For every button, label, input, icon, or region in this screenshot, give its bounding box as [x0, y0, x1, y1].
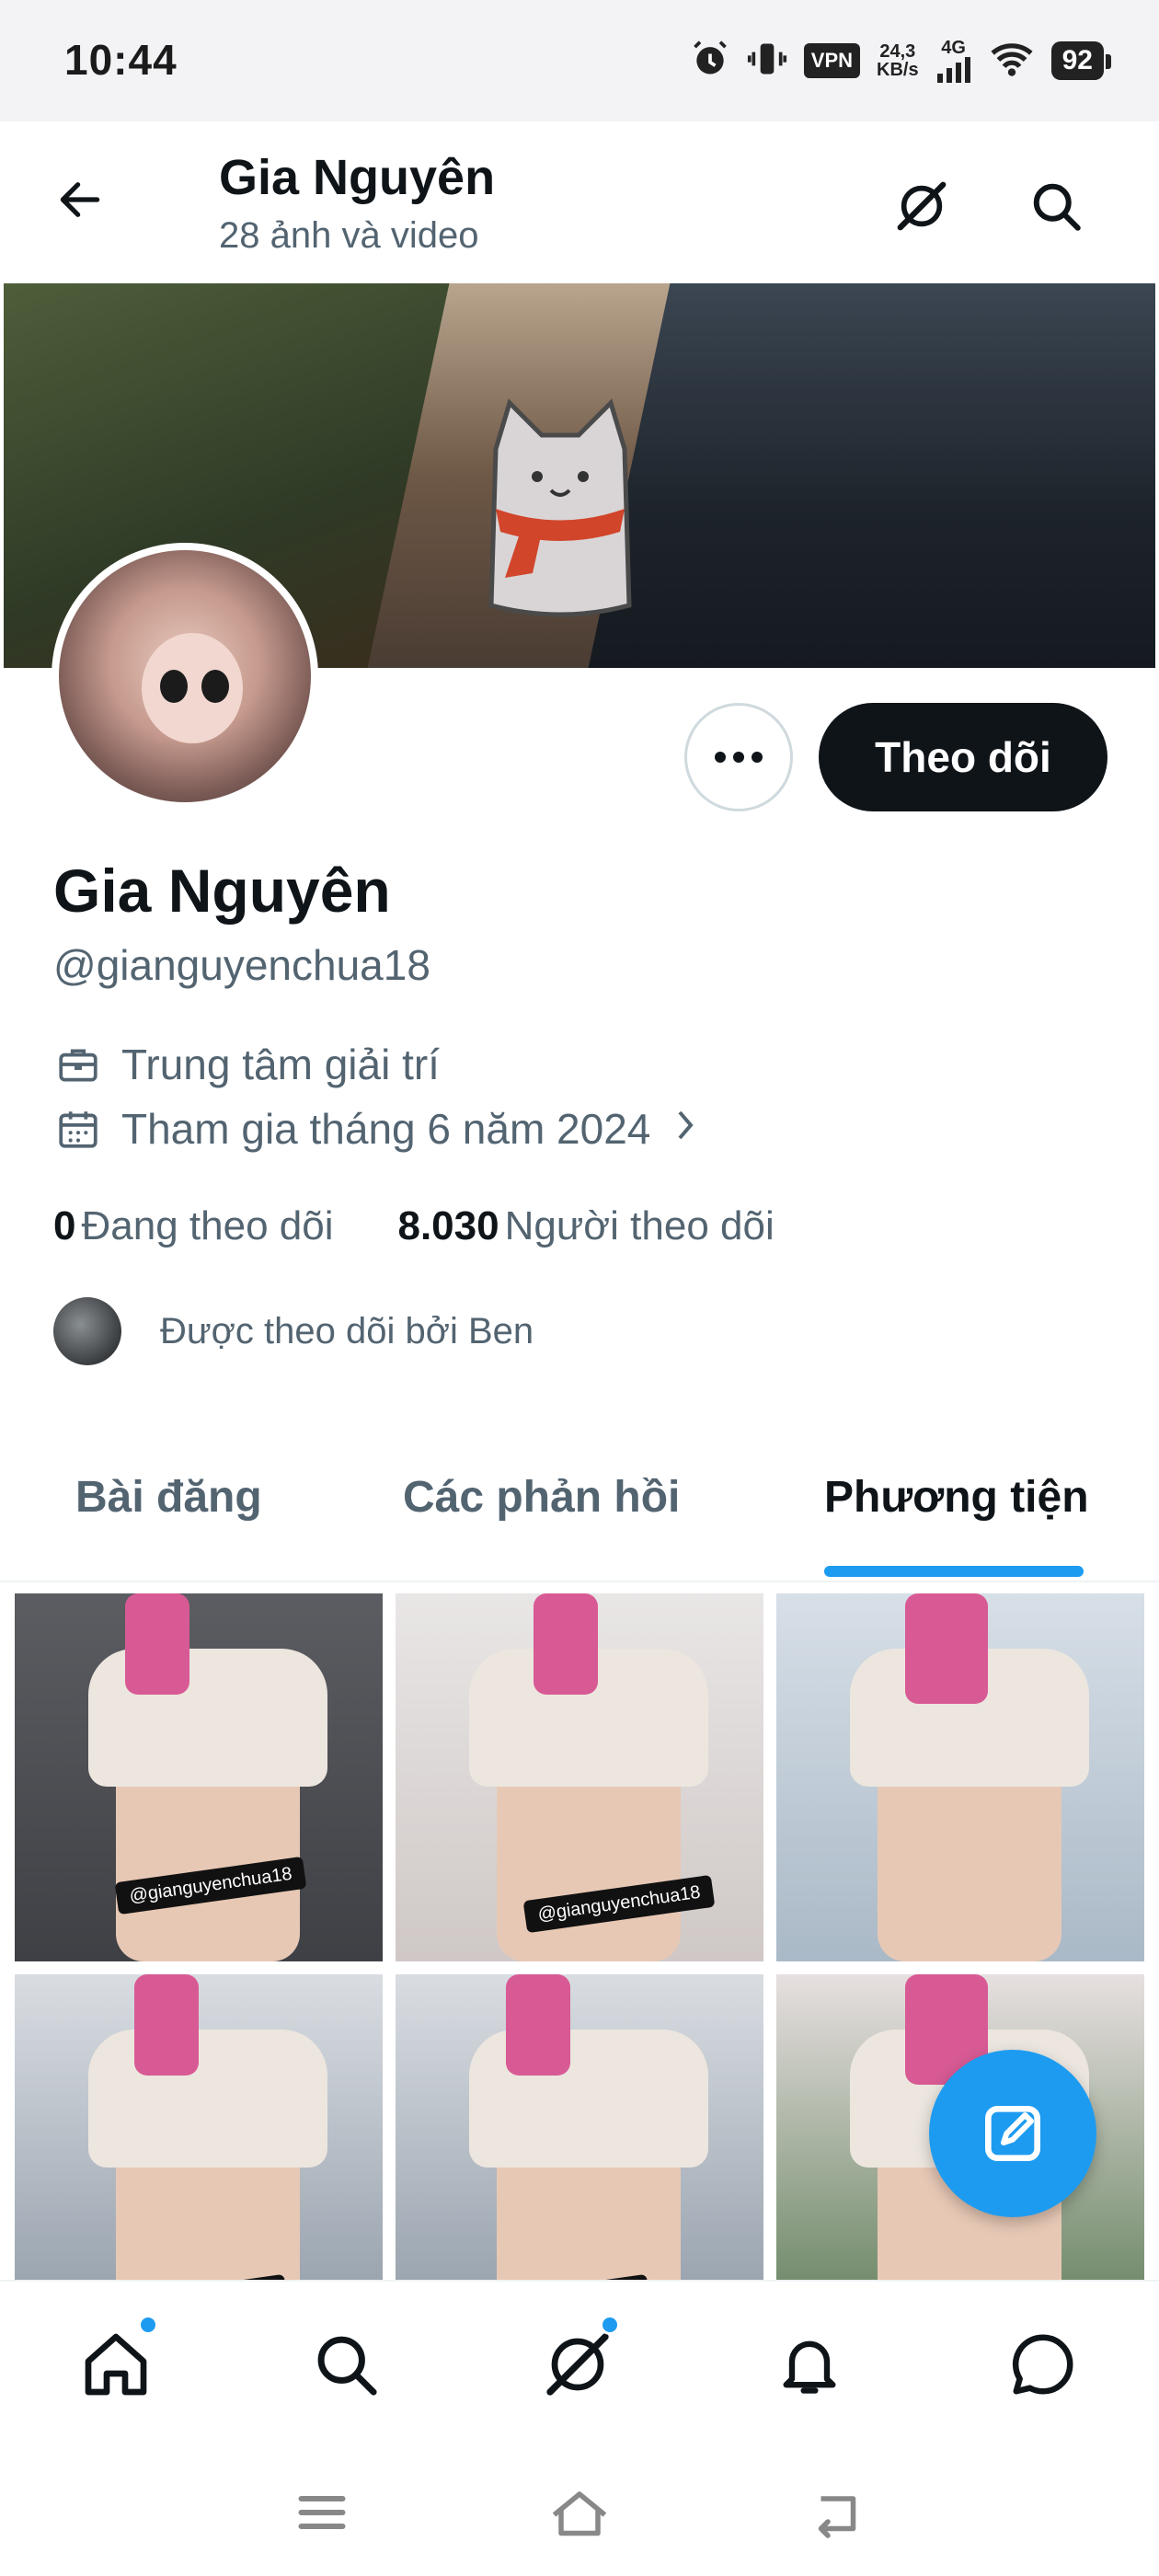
- header-subtitle: 28 ảnh và video: [219, 215, 479, 256]
- chevron-right-icon: [669, 1104, 702, 1154]
- grok-icon: [897, 181, 947, 231]
- nav-notifications[interactable]: [765, 2320, 854, 2409]
- profile-header: Gia Nguyên 28 ảnh và video: [0, 121, 1159, 283]
- header-title: Gia Nguyên: [219, 150, 496, 205]
- search-button[interactable]: [1017, 167, 1095, 245]
- followed-by[interactable]: Được theo dõi bởi Ben: [53, 1297, 534, 1365]
- back-button[interactable]: [48, 167, 112, 232]
- home-icon: [85, 2333, 147, 2396]
- category-text: Trung tâm giải trí: [121, 1041, 440, 1088]
- grok-badge: [600, 2315, 620, 2335]
- photo-phone: [134, 1974, 199, 2076]
- photo-top: [88, 2030, 327, 2168]
- photo-top: [469, 2030, 708, 2168]
- followers-stat[interactable]: 8.030 Người theo dõi: [397, 1203, 774, 1249]
- profile-joined[interactable]: Tham gia tháng 6 năm 2024: [53, 1104, 702, 1154]
- compose-button[interactable]: [929, 2050, 1096, 2217]
- following-label: Đang theo dõi: [81, 1203, 334, 1248]
- nav-messages[interactable]: [999, 2320, 1087, 2409]
- profile-category: Trung tâm giải trí: [53, 1040, 440, 1089]
- alarm-icon: [690, 39, 730, 84]
- compose-icon: [985, 2106, 1040, 2161]
- house-outline-icon: [552, 2491, 607, 2536]
- vibrate-icon: [747, 39, 787, 84]
- battery-level: 92: [1050, 41, 1112, 80]
- photo-phone: [125, 1593, 189, 1695]
- calendar-icon: [53, 1104, 103, 1154]
- back-system-button[interactable]: [800, 2480, 874, 2545]
- profile-handle: @gianguyenchua18: [53, 941, 430, 989]
- vpn-badge: VPN: [803, 43, 861, 78]
- more-options-button[interactable]: [684, 703, 793, 811]
- more-dot: [715, 752, 726, 763]
- media-thumbnail[interactable]: @gianguyenchua18: [15, 1593, 383, 1961]
- bottom-navigation: [0, 2280, 1159, 2449]
- speed-unit: KB/s: [877, 60, 919, 80]
- system-navigation: [0, 2449, 1159, 2576]
- profile-avatar[interactable]: [52, 543, 318, 810]
- back-system-icon: [818, 2496, 856, 2538]
- media-thumbnail[interactable]: @gianguyenchua18: [396, 1593, 763, 1961]
- photo-phone: [534, 1593, 598, 1695]
- profile-tabs: Bài đăng Các phản hồi Phương tiện: [0, 1435, 1159, 1582]
- notifications-icon: [783, 2340, 836, 2394]
- grok-icon: [546, 2333, 609, 2396]
- nav-home[interactable]: [72, 2315, 160, 2409]
- cat-illustration: [488, 398, 632, 617]
- network-speed: 24,3 KB/s: [877, 42, 919, 79]
- network-type: 4G: [941, 38, 966, 58]
- status-time: 10:44: [64, 36, 178, 84]
- menu-icon: [298, 2496, 346, 2529]
- follow-button[interactable]: Theo dõi: [819, 703, 1107, 811]
- tab-replies[interactable]: Các phản hồi: [403, 1472, 680, 1523]
- follow-stats: 0 Đang theo dõi 8.030 Người theo dõi: [53, 1203, 775, 1249]
- more-dot: [733, 752, 744, 763]
- media-thumbnail[interactable]: @gianguyenchua18: [15, 1974, 383, 2282]
- status-icons: VPN 24,3 KB/s 4G 92: [690, 33, 1112, 88]
- photo-phone: [905, 1593, 988, 1704]
- followed-by-text: Được theo dõi bởi Ben: [160, 1310, 534, 1351]
- media-thumbnail[interactable]: @gianguyenchua18: [396, 1974, 763, 2282]
- follower-avatar: [53, 1297, 121, 1365]
- recent-apps-button[interactable]: [285, 2480, 359, 2545]
- avatar-eye: [160, 670, 188, 703]
- avatar-eye: [201, 670, 229, 703]
- followers-label: Người theo dõi: [504, 1203, 775, 1248]
- nav-grok[interactable]: [534, 2315, 622, 2409]
- signal-icon: 4G: [935, 39, 972, 83]
- briefcase-icon: [53, 1040, 103, 1089]
- grok-button[interactable]: [883, 167, 960, 245]
- home-system-button[interactable]: [543, 2480, 616, 2545]
- photo-top: [88, 1649, 327, 1787]
- more-dot: [752, 752, 763, 763]
- following-stat[interactable]: 0 Đang theo dõi: [53, 1203, 333, 1249]
- wifi-icon: [989, 39, 1035, 84]
- nav-search[interactable]: [302, 2320, 390, 2409]
- following-count: 0: [53, 1203, 76, 1248]
- search-icon: [317, 2336, 377, 2396]
- back-arrow-icon: [60, 182, 100, 217]
- status-bar: 10:44 VPN 24,3 KB/s 4G 92: [0, 0, 1159, 121]
- followers-count: 8.030: [397, 1203, 499, 1248]
- photo-phone: [506, 1974, 570, 2076]
- joined-text: Tham gia tháng 6 năm 2024: [121, 1105, 651, 1153]
- profile-name: Gia Nguyên: [53, 857, 391, 925]
- media-thumbnail[interactable]: [776, 1593, 1144, 1961]
- messages-icon: [1012, 2334, 1073, 2395]
- speed-value: 24,3: [879, 41, 916, 62]
- tab-media[interactable]: Phương tiện: [824, 1472, 1089, 1523]
- search-icon: [1033, 183, 1081, 231]
- home-badge: [138, 2315, 158, 2335]
- active-tab-indicator: [824, 1566, 1084, 1577]
- tab-posts[interactable]: Bài đăng: [75, 1472, 262, 1523]
